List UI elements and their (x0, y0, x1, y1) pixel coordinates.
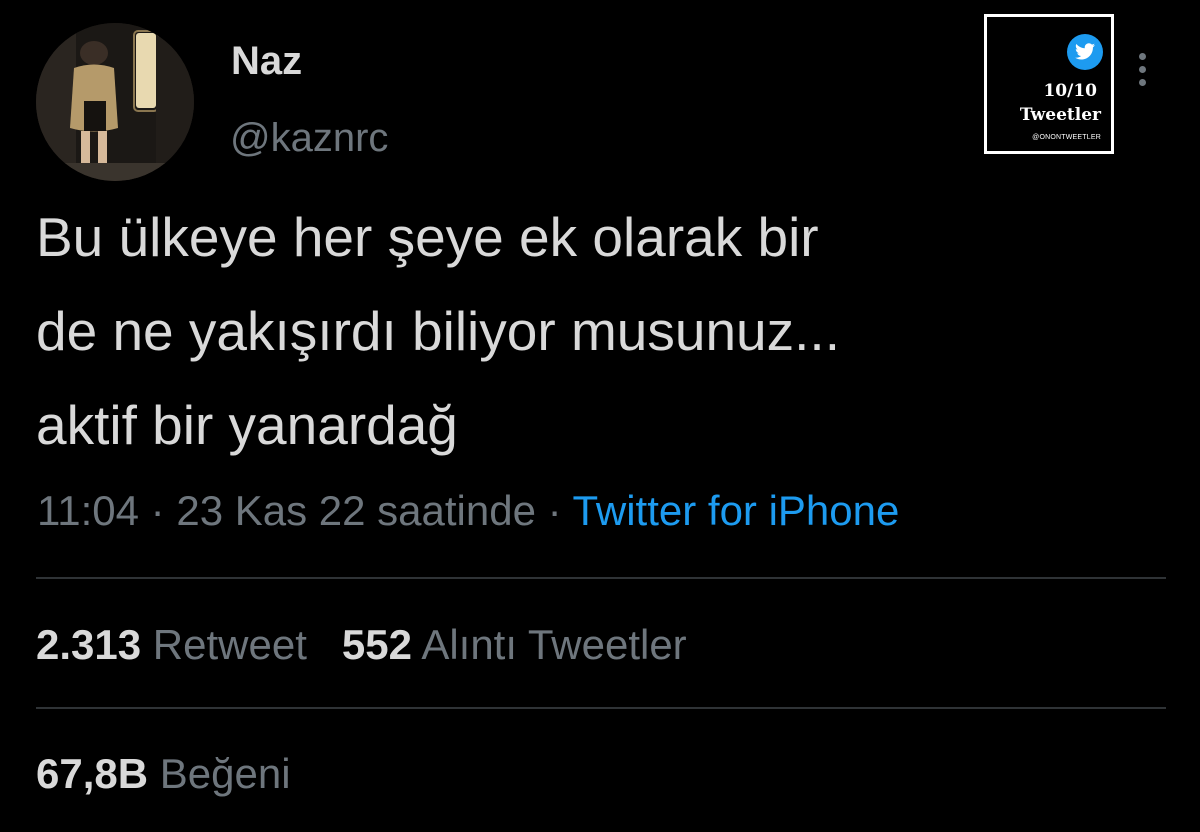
watermark-score: 10/10 (1043, 81, 1097, 101)
watermark-name: Tweetler (1019, 105, 1101, 125)
user-handle[interactable]: @kaznrc (230, 118, 388, 158)
quotes-label: Alıntı Tweetler (421, 621, 687, 668)
tweet-text-line: de ne yakışırdı biliyor musunuz... (36, 300, 840, 362)
twitter-bird-icon (1067, 34, 1103, 70)
display-name[interactable]: Naz (231, 41, 302, 81)
quotes-stat[interactable]: 552 Alıntı Tweetler (342, 621, 687, 668)
watermark-handle: @ONONTWEETLER (1032, 134, 1101, 141)
tweet-text-line: Bu ülkeye her şeye ek olarak bir (36, 206, 819, 268)
tweet-text: Bu ülkeye her şeye ek olarak bir de ne y… (36, 190, 1156, 472)
engagement-row: 2.313 Retweet 552 Alıntı Tweetler (36, 624, 687, 666)
more-vertical-icon[interactable] (1136, 53, 1148, 93)
divider (36, 707, 1166, 709)
avatar-photo (36, 23, 194, 181)
watermark-badge: 10/10 Tweetler @ONONTWEETLER (984, 14, 1114, 154)
retweets-label: Retweet (152, 621, 307, 668)
avatar[interactable] (36, 23, 194, 181)
meta-separator: · (150, 487, 165, 534)
meta-separator: · (547, 487, 562, 534)
quotes-count: 552 (341, 621, 412, 668)
tweet-meta: 11:04 · 23 Kas 22 saatinde · Twitter for… (37, 490, 899, 532)
tweet-time[interactable]: 11:04 (37, 487, 139, 534)
divider (36, 577, 1166, 579)
retweets-stat[interactable]: 2.313 Retweet (36, 621, 307, 668)
likes-label: Beğeni (159, 750, 291, 797)
tweet-source-link[interactable]: Twitter for iPhone (573, 487, 900, 534)
likes-count: 67,8B (36, 750, 149, 797)
tweet-text-line: aktif bir yanardağ (36, 394, 458, 456)
retweets-count: 2.313 (36, 621, 142, 668)
likes-stat[interactable]: 67,8B Beğeni (36, 750, 291, 797)
tweet-date[interactable]: 23 Kas 22 saatinde (176, 487, 536, 534)
likes-row: 67,8B Beğeni (36, 753, 291, 795)
